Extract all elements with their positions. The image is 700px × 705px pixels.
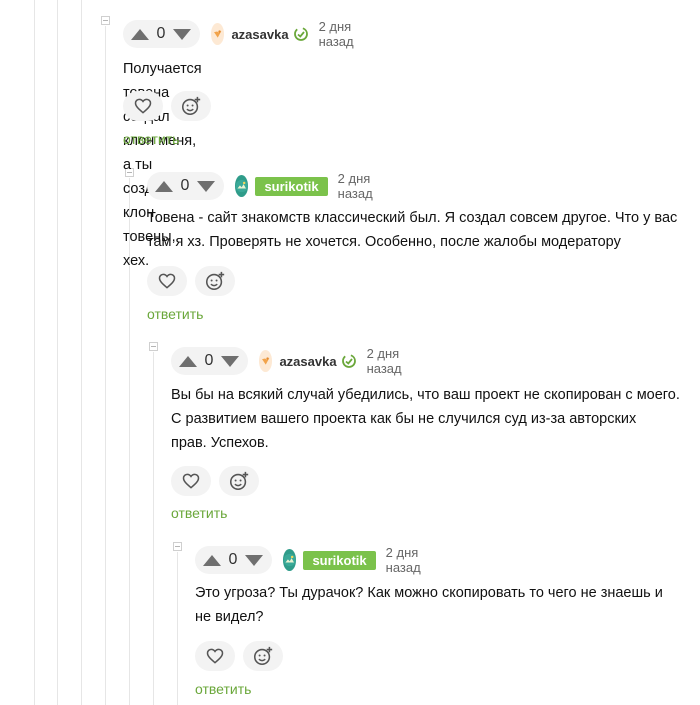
avatar[interactable] bbox=[283, 549, 297, 571]
avatar[interactable] bbox=[235, 175, 249, 197]
reply-link[interactable]: ответить bbox=[171, 505, 227, 521]
vote-score: 0 bbox=[204, 352, 214, 369]
comment-actions bbox=[195, 641, 283, 671]
vote-down-icon[interactable] bbox=[173, 28, 191, 40]
comment-text: Это угроза? Ты дурачок? Как можно скопир… bbox=[195, 585, 663, 625]
author-badge-icon bbox=[341, 353, 357, 369]
comment-header: 0 azasavka 2 дня назад bbox=[123, 19, 362, 49]
comment-time: 2 дня назад bbox=[318, 19, 354, 49]
vote-control: 0 bbox=[195, 546, 272, 574]
comment-actions bbox=[123, 91, 211, 121]
collapse-icon[interactable] bbox=[173, 542, 182, 551]
comment-header: 0 surikotik 2 дня назад bbox=[195, 545, 429, 575]
username[interactable]: azasavka bbox=[279, 354, 336, 369]
author-badge-icon bbox=[293, 26, 309, 42]
add-emoji-icon bbox=[205, 271, 225, 291]
vote-control: 0 bbox=[171, 347, 248, 375]
reply-link[interactable]: ответить bbox=[123, 131, 179, 147]
vote-score: 0 bbox=[156, 25, 166, 42]
add-emoji-icon bbox=[181, 96, 201, 116]
vote-down-icon[interactable] bbox=[221, 355, 239, 367]
comment-time: 2 дня назад bbox=[385, 545, 421, 575]
add-reaction-button[interactable] bbox=[195, 266, 235, 296]
comment-header: 0 surikotik 2 дня назад bbox=[147, 171, 381, 201]
comment-text: Товена - сайт знакомств классический был… bbox=[147, 210, 678, 250]
thread-line bbox=[34, 0, 35, 705]
vote-up-icon[interactable] bbox=[155, 180, 173, 192]
thread-line bbox=[153, 352, 154, 705]
heart-icon bbox=[206, 648, 224, 664]
vote-score: 0 bbox=[180, 177, 190, 194]
comment-time: 2 дня назад bbox=[366, 346, 402, 376]
heart-icon bbox=[182, 473, 200, 489]
like-button[interactable] bbox=[123, 91, 163, 121]
comment-time: 2 дня назад bbox=[337, 171, 373, 201]
add-emoji-icon bbox=[229, 471, 249, 491]
collapse-icon[interactable] bbox=[101, 16, 110, 25]
vote-control: 0 bbox=[147, 172, 224, 200]
like-button[interactable] bbox=[147, 266, 187, 296]
add-reaction-button[interactable] bbox=[171, 91, 211, 121]
heart-icon bbox=[134, 98, 152, 114]
avatar[interactable] bbox=[211, 23, 225, 45]
comment-text: Вы бы на всякий случай убедились, что ва… bbox=[171, 387, 680, 451]
thread-line bbox=[57, 0, 58, 705]
vote-score: 0 bbox=[228, 551, 238, 568]
heart-icon bbox=[158, 273, 176, 289]
reply-link[interactable]: ответить bbox=[147, 306, 203, 322]
like-button[interactable] bbox=[171, 466, 211, 496]
username[interactable]: surikotik bbox=[303, 550, 376, 570]
reply-link[interactable]: ответить bbox=[195, 681, 251, 697]
vote-up-icon[interactable] bbox=[131, 28, 149, 40]
vote-down-icon[interactable] bbox=[245, 554, 263, 566]
comment-actions bbox=[171, 466, 259, 496]
vote-control: 0 bbox=[123, 20, 200, 48]
vote-down-icon[interactable] bbox=[197, 180, 215, 192]
username[interactable]: azasavka bbox=[231, 27, 288, 42]
add-reaction-button[interactable] bbox=[219, 466, 259, 496]
avatar[interactable] bbox=[259, 350, 273, 372]
comment-header: 0 azasavka 2 дня назад bbox=[171, 346, 410, 376]
comment-actions bbox=[147, 266, 235, 296]
username[interactable]: surikotik bbox=[255, 176, 328, 196]
add-emoji-icon bbox=[253, 646, 273, 666]
collapse-icon[interactable] bbox=[149, 342, 158, 351]
thread-line bbox=[105, 26, 106, 705]
vote-up-icon[interactable] bbox=[179, 355, 197, 367]
vote-up-icon[interactable] bbox=[203, 554, 221, 566]
like-button[interactable] bbox=[195, 641, 235, 671]
thread-line bbox=[177, 552, 178, 705]
add-reaction-button[interactable] bbox=[243, 641, 283, 671]
thread-line bbox=[81, 0, 82, 705]
